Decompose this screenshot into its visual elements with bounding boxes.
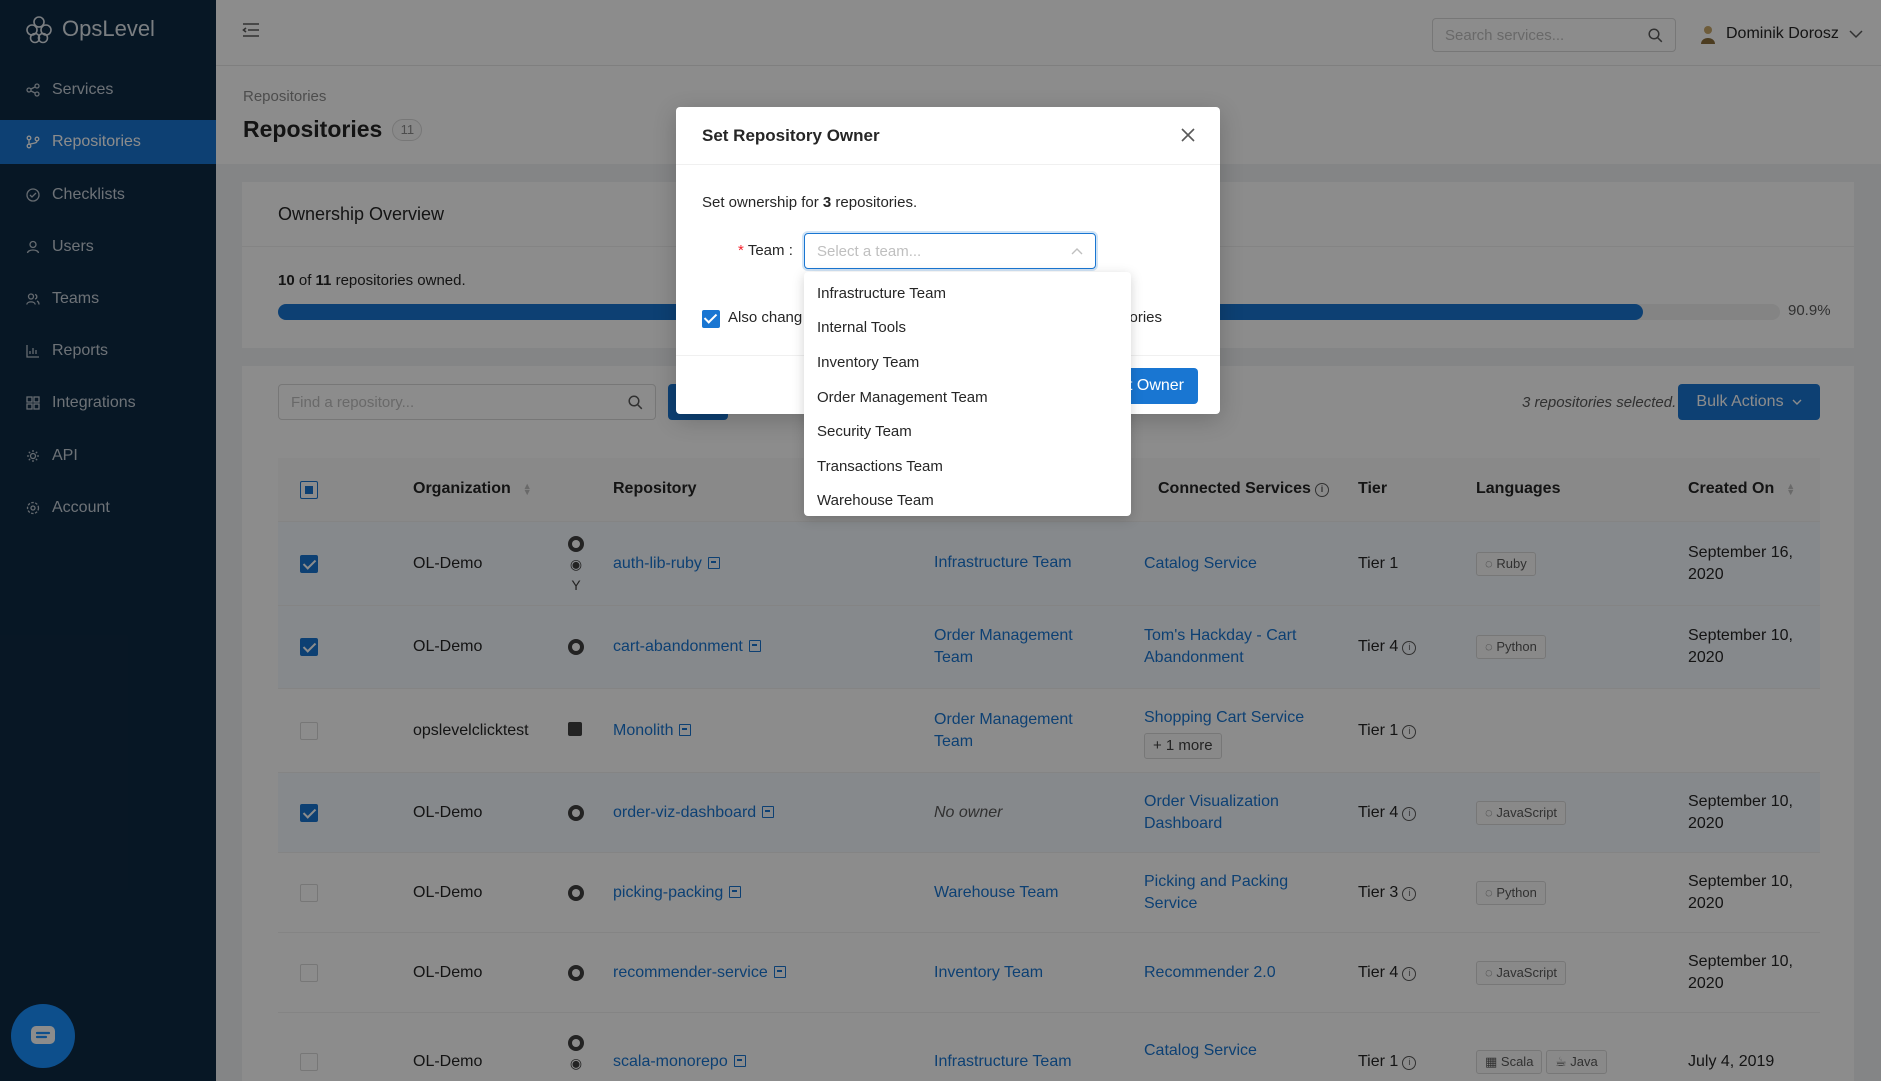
- team-select[interactable]: Select a team...: [804, 233, 1096, 269]
- team-option-transactions[interactable]: Transactions Team: [804, 449, 1131, 484]
- team-option-internal-tools[interactable]: Internal Tools: [804, 311, 1131, 346]
- required-marker: *: [738, 242, 744, 259]
- modal-description: Set ownership for 3 repositories.: [702, 194, 917, 211]
- team-dropdown-menu: Infrastructure Team Internal Tools Inven…: [804, 272, 1131, 516]
- also-change-label: Also chang: [728, 309, 803, 326]
- desc-prefix: Set ownership for: [702, 194, 819, 211]
- desc-count: 3: [822, 194, 832, 211]
- close-icon[interactable]: [1178, 125, 1198, 145]
- modal-title: Set Repository Owner: [702, 126, 880, 145]
- also-change-checkbox[interactable]: [702, 310, 720, 328]
- team-option-security[interactable]: Security Team: [804, 414, 1131, 449]
- modal-header: Set Repository Owner: [676, 107, 1220, 165]
- set-owner-label: t Owner: [1127, 377, 1184, 394]
- team-option-inventory[interactable]: Inventory Team: [804, 345, 1131, 380]
- team-field-label: * Team :: [738, 242, 793, 259]
- chevron-up-icon: [1071, 248, 1083, 255]
- team-option-infrastructure[interactable]: Infrastructure Team: [804, 276, 1131, 311]
- desc-suffix: repositories.: [835, 194, 918, 211]
- team-option-warehouse[interactable]: Warehouse Team: [804, 484, 1131, 519]
- team-option-order-management[interactable]: Order Management Team: [804, 380, 1131, 415]
- team-select-placeholder: Select a team...: [817, 242, 922, 260]
